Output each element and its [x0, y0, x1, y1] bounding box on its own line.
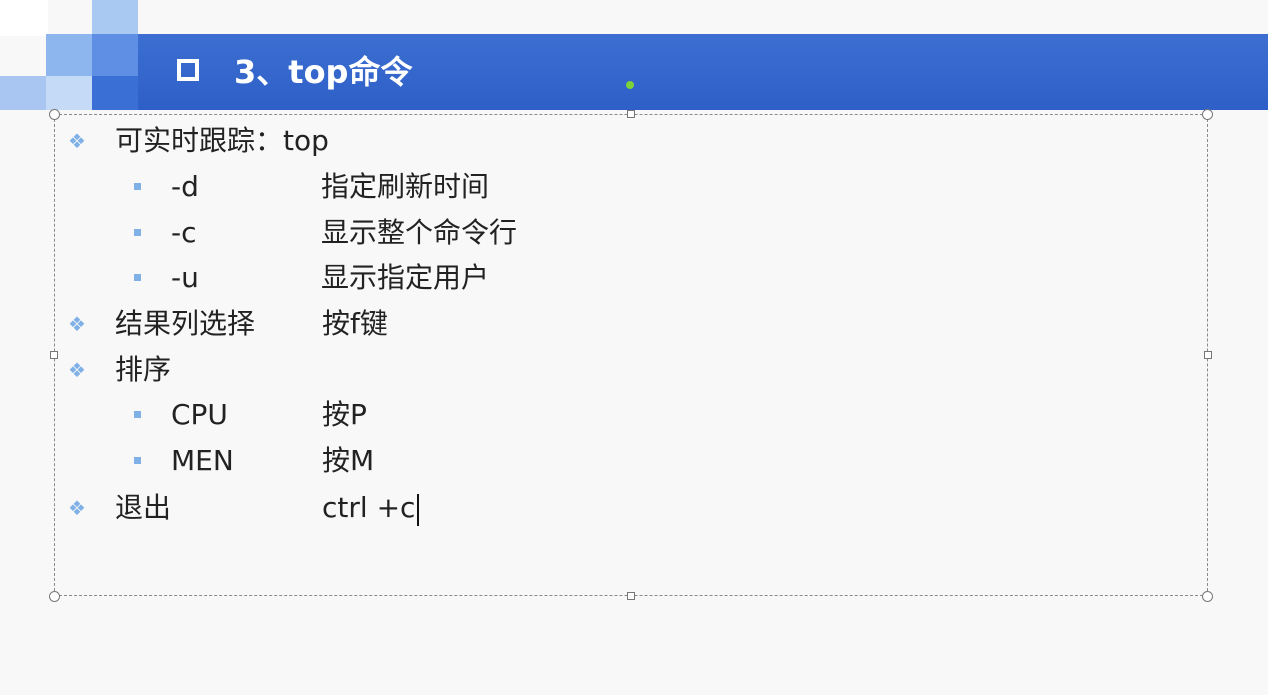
- item-label: 排序: [115, 353, 172, 386]
- item-label: -c: [171, 216, 197, 249]
- resize-handle-br[interactable]: [1202, 591, 1213, 602]
- square-bullet-icon: [134, 229, 141, 236]
- text-cursor: [417, 494, 419, 526]
- slide-title: 3、top命令: [234, 53, 413, 91]
- resize-handle-r[interactable]: [1204, 351, 1212, 359]
- diamond-bullet-icon: ❖: [68, 312, 86, 336]
- item-value: ctrl +c: [322, 491, 416, 524]
- resize-handle-tr[interactable]: [1202, 109, 1213, 120]
- resize-handle-l[interactable]: [50, 351, 58, 359]
- deco-square: [0, 0, 48, 36]
- deco-square: [46, 34, 92, 76]
- resize-handle-tl[interactable]: [49, 109, 60, 120]
- item-value: 按M: [322, 444, 375, 477]
- item-label: 可实时跟踪：top: [115, 124, 329, 157]
- item-label: CPU: [171, 398, 228, 431]
- resize-handle-bl[interactable]: [49, 591, 60, 602]
- square-bullet-icon: [134, 457, 141, 464]
- resize-handle-b[interactable]: [627, 592, 635, 600]
- deco-square: [92, 34, 138, 76]
- diamond-bullet-icon: ❖: [68, 496, 86, 520]
- item-value: 显示整个命令行: [321, 216, 518, 249]
- deco-square: [92, 0, 138, 34]
- deco-square: [92, 76, 138, 110]
- item-value: 指定刷新时间: [321, 170, 490, 203]
- item-value: 按P: [322, 398, 367, 431]
- item-label: 退出: [115, 491, 172, 524]
- item-label: 结果列选择: [115, 307, 256, 340]
- title-checkbox-icon: [177, 59, 199, 81]
- item-value: 显示指定用户: [321, 261, 490, 294]
- square-bullet-icon: [134, 274, 141, 281]
- square-bullet-icon: [134, 411, 141, 418]
- item-value: 按f键: [322, 307, 388, 340]
- content-textbox[interactable]: [54, 114, 1208, 596]
- deco-square: [46, 76, 92, 110]
- rotate-handle[interactable]: [626, 81, 634, 89]
- item-label: -u: [171, 261, 199, 294]
- item-label: MEN: [171, 444, 234, 477]
- item-label: -d: [171, 170, 199, 203]
- diamond-bullet-icon: ❖: [68, 129, 86, 153]
- resize-handle-t[interactable]: [627, 110, 635, 118]
- deco-square: [0, 76, 46, 110]
- slide-canvas: 3、top命令 ❖ 可实时跟踪：top -d 指定刷新时间 -c 显示整个命令行 -u 显示指…: [0, 0, 1268, 695]
- diamond-bullet-icon: ❖: [68, 358, 86, 382]
- square-bullet-icon: [134, 183, 141, 190]
